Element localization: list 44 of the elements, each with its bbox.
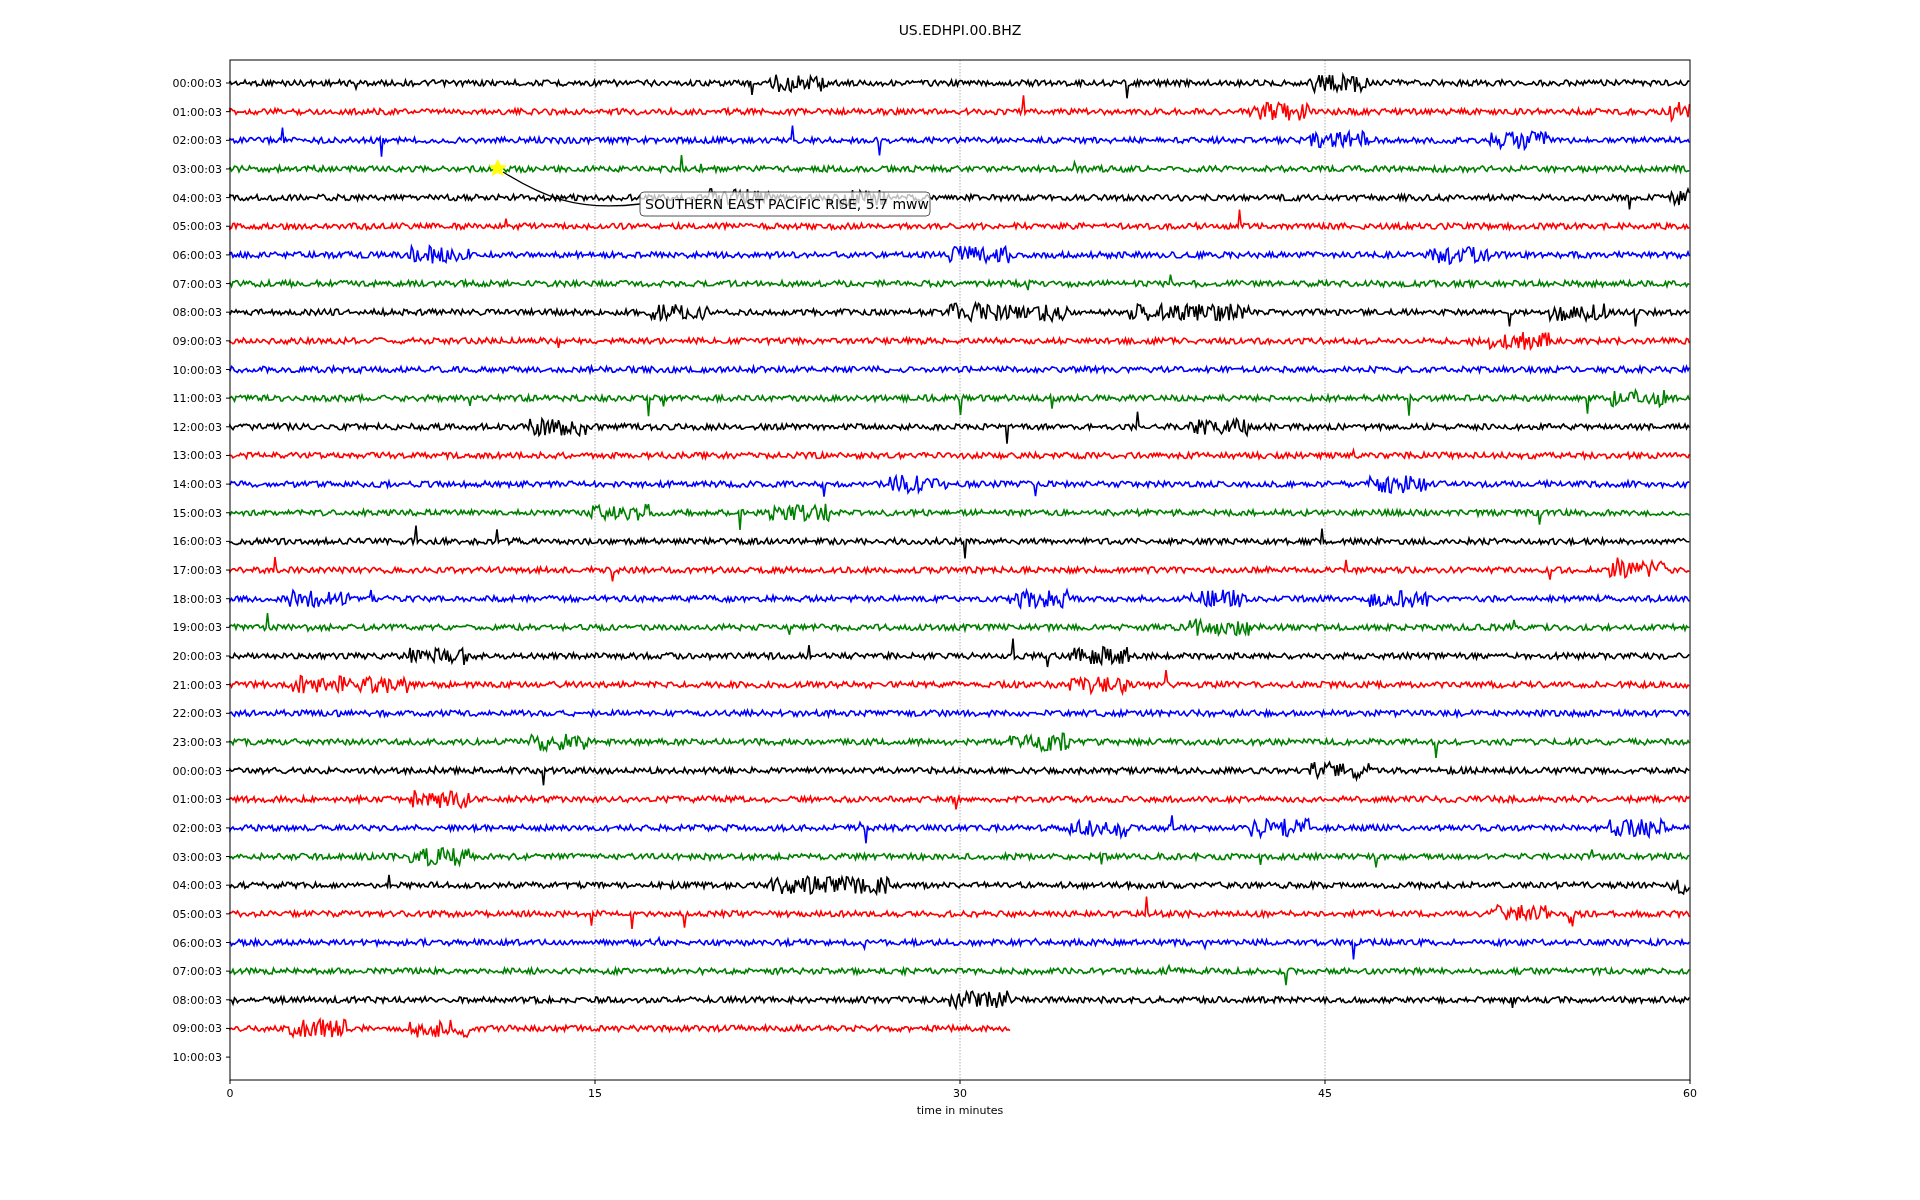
hour-label: 17:00:03 [172, 564, 222, 578]
hour-label: 06:00:03 [172, 936, 222, 950]
hour-label: 08:00:03 [172, 306, 222, 320]
x-tick-label: 30 [953, 1087, 967, 1100]
x-tick-label: 45 [1318, 1087, 1332, 1100]
hour-label: 00:00:03 [172, 764, 222, 778]
hour-label: 09:00:03 [172, 334, 222, 348]
plot-title: US.EDHPI.00.BHZ [898, 22, 1022, 38]
hour-label: 03:00:03 [172, 162, 222, 176]
hour-label: 01:00:03 [172, 793, 222, 807]
hour-label: 22:00:03 [172, 707, 222, 721]
x-axis-label: time in minutes [916, 1104, 1004, 1117]
hour-label: 01:00:03 [172, 105, 222, 119]
hour-label: 14:00:03 [172, 478, 222, 492]
annotation-label: SOUTHERN EAST PACIFIC RISE, 5.7 mww [639, 191, 931, 217]
hour-label: 04:00:03 [172, 191, 222, 205]
hour-label: 05:00:03 [172, 907, 222, 921]
hour-label: 11:00:03 [172, 392, 222, 406]
hour-label: 00:00:03 [172, 77, 222, 90]
hour-label: 23:00:03 [172, 735, 222, 749]
hour-label: 09:00:03 [172, 1022, 222, 1036]
hour-label: 02:00:03 [172, 821, 222, 835]
hour-label: 10:00:03 [172, 1051, 222, 1065]
hour-label: 03:00:03 [172, 850, 222, 864]
hour-label: 06:00:03 [172, 248, 222, 262]
hour-label: 08:00:03 [172, 993, 222, 1007]
hour-label: 12:00:03 [172, 420, 222, 434]
star-icon [488, 159, 507, 176]
hour-label: 02:00:03 [172, 134, 222, 148]
hour-label: 21:00:03 [172, 678, 222, 692]
x-tick-label: 60 [1683, 1087, 1697, 1100]
hour-label: 04:00:03 [172, 879, 222, 893]
x-tick-label: 15 [588, 1087, 602, 1100]
hour-label: 16:00:03 [172, 535, 222, 549]
hour-label: 20:00:03 [172, 650, 222, 663]
hour-label: 07:00:03 [172, 965, 222, 979]
x-tick-label: 0 [226, 1087, 234, 1100]
hour-label: 07:00:03 [172, 277, 222, 291]
hour-label: 13:00:03 [172, 449, 222, 463]
hour-label: 05:00:03 [172, 220, 222, 234]
hour-label: 18:00:03 [172, 592, 222, 606]
hour-label: 10:00:03 [172, 363, 222, 377]
hour-label: 19:00:03 [172, 621, 222, 635]
hour-label: 15:00:03 [172, 506, 222, 520]
